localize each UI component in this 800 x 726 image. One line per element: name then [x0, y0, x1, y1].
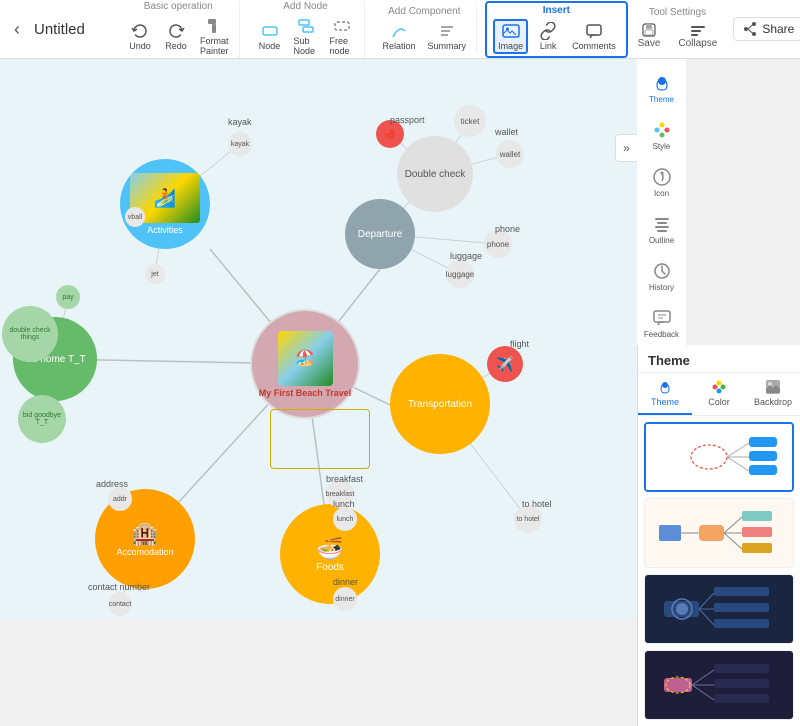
double-check-thing-node[interactable]: double check things: [2, 306, 58, 362]
ticket-node[interactable]: ticket: [454, 105, 486, 137]
sub-node-button[interactable]: Sub Node: [290, 15, 322, 58]
selection-indicator: [270, 409, 370, 469]
insert-label: Insert: [543, 5, 570, 16]
undo-button[interactable]: Undo: [124, 20, 156, 53]
add-component-group: Add Component Relation Summary: [373, 6, 478, 53]
transportation-node[interactable]: Transportation: [390, 354, 490, 454]
theme-card-1[interactable]: [644, 422, 794, 492]
bid-goodbye-node[interactable]: bid goodbye T_T: [18, 395, 66, 443]
node-button[interactable]: Node: [254, 20, 286, 53]
center-node[interactable]: 🏖️ My First Beach Travel: [250, 309, 360, 419]
phone-node[interactable]: phone: [484, 230, 512, 258]
theme-content: [638, 416, 800, 726]
insert-group: Insert Image Link Comments: [485, 1, 628, 58]
redo-button[interactable]: Redo: [160, 20, 192, 53]
passport-node[interactable]: 🔴: [376, 120, 404, 148]
main-area: 🏖️ My First Beach Travel 🏄 Activities De…: [0, 59, 800, 619]
double-check-node[interactable]: Double check: [397, 136, 473, 212]
free-node-button[interactable]: Free node: [326, 15, 358, 58]
right-panel-container: » Theme Style Icon Outline History: [637, 59, 800, 619]
theme-card-2[interactable]: [644, 498, 794, 568]
luggage-label: luggage: [450, 251, 482, 261]
to-hotel-node[interactable]: to hotel: [514, 505, 542, 533]
image-button[interactable]: Image: [493, 19, 528, 54]
address-node[interactable]: addr: [108, 487, 132, 511]
header: ‹ Untitled Basic operation Undo Redo For…: [0, 0, 800, 59]
save-button[interactable]: Save: [632, 20, 667, 51]
side-icons-panel: Theme Style Icon Outline History Feedbac…: [637, 59, 687, 345]
app-title: Untitled: [34, 21, 114, 38]
sidebar-item-icon[interactable]: Icon: [640, 161, 684, 204]
theme-panel-title: Theme: [638, 345, 800, 373]
sidebar-item-outline[interactable]: Outline: [640, 208, 684, 251]
basic-operation-group: Basic operation Undo Redo Format Painter: [118, 1, 240, 58]
luggage-node[interactable]: luggage: [446, 260, 474, 288]
theme-card-3[interactable]: [644, 574, 794, 644]
activities-label: Activities: [147, 225, 183, 235]
foods-node[interactable]: 🍜 Foods: [280, 504, 380, 604]
format-painter-button[interactable]: Format Painter: [196, 15, 233, 58]
sidebar-item-feedback[interactable]: Feedback: [640, 302, 684, 345]
activities-node[interactable]: 🏄 Activities: [120, 159, 210, 249]
comments-button[interactable]: Comments: [568, 20, 620, 53]
wallet-label: wallet: [495, 127, 518, 137]
canvas-area[interactable]: 🏖️ My First Beach Travel 🏄 Activities De…: [0, 59, 637, 619]
dinner-node[interactable]: dinner: [333, 587, 357, 611]
breakfast-node[interactable]: breakfast: [326, 480, 354, 508]
departure-node[interactable]: Departure: [345, 199, 415, 269]
basic-operation-label: Basic operation: [144, 1, 213, 12]
lunch-node[interactable]: lunch: [333, 507, 357, 531]
tool-settings: Tool Settings Save Collapse Share Export: [632, 7, 800, 51]
relation-button[interactable]: Relation: [379, 20, 420, 53]
pay-node[interactable]: pay: [56, 285, 80, 309]
sidebar-item-style[interactable]: Style: [640, 114, 684, 157]
tab-color[interactable]: Color: [692, 373, 746, 415]
link-button[interactable]: Link: [532, 20, 564, 53]
jet-surfing-node[interactable]: jet: [145, 264, 165, 284]
contact-node[interactable]: contact: [108, 592, 132, 616]
panel-toggle-button[interactable]: »: [615, 134, 637, 162]
add-node-label: Add Node: [283, 1, 327, 12]
center-label: My First Beach Travel: [259, 388, 352, 398]
tab-theme[interactable]: Theme: [638, 373, 692, 415]
summary-button[interactable]: Summary: [424, 20, 471, 53]
kayak-label: kayak: [228, 117, 252, 127]
tab-backdrop[interactable]: Backdrop: [746, 373, 800, 415]
back-button[interactable]: ‹: [8, 15, 26, 44]
collapse-button[interactable]: Collapse: [672, 20, 723, 51]
wallet-node[interactable]: wallet: [496, 140, 524, 168]
sidebar-item-theme[interactable]: Theme: [640, 67, 684, 110]
theme-card-4[interactable]: [644, 650, 794, 720]
theme-tabs: Theme Color Backdrop: [638, 373, 800, 416]
share-button[interactable]: Share: [733, 17, 800, 41]
tool-settings-label: Tool Settings: [649, 7, 706, 18]
kayak-node[interactable]: kayak: [228, 132, 252, 156]
add-node-group: Add Node Node Sub Node Free node: [248, 1, 365, 58]
flight-node[interactable]: ✈️: [487, 346, 523, 382]
center-image: 🏖️: [278, 331, 333, 386]
sidebar-item-history[interactable]: History: [640, 255, 684, 298]
volleyball-node[interactable]: vball: [125, 207, 145, 227]
theme-panel: Theme Theme Color Backdrop: [637, 345, 800, 726]
add-component-label: Add Component: [388, 6, 460, 17]
